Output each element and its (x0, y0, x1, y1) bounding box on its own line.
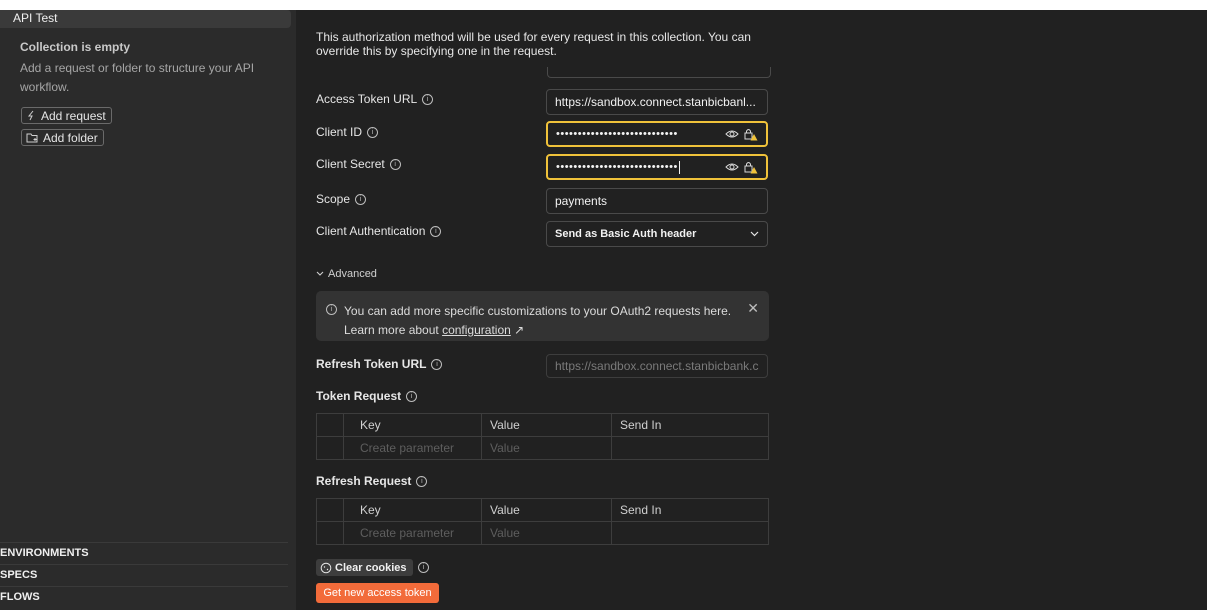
access-token-url-input[interactable]: https://sandbox.connect.stanbicbanl... (546, 89, 768, 115)
eye-icon[interactable] (725, 162, 739, 172)
info-icon[interactable]: i (431, 358, 443, 370)
column-header-key: Key (344, 414, 482, 436)
refresh-token-url-label: Refresh Token URL i (316, 357, 443, 371)
folder-plus-icon (26, 133, 38, 143)
client-secret-label-text: Client Secret (316, 157, 385, 171)
banner-line-2: Learn more about configuration ↗ (344, 321, 731, 340)
client-secret-label: Client Secret i (316, 157, 401, 171)
scope-label-text: Scope (316, 192, 351, 206)
value-input[interactable]: Value (482, 437, 612, 459)
add-request-label: Add request (41, 108, 106, 123)
banner-line-1: You can add more specific customizations… (344, 304, 732, 318)
token-request-table: Key Value Send In Create parameter Value (316, 413, 769, 460)
specs-section[interactable]: SPECS (0, 564, 288, 585)
lock-warning-icon[interactable] (744, 128, 758, 141)
auth-settings-panel: This authorization method will be used f… (300, 10, 1207, 610)
scope-value: payments (555, 194, 608, 208)
clear-cookies-label: Clear cookies (335, 561, 407, 574)
environments-label: ENVIRONMENTS (0, 547, 89, 559)
token-request-label: Token Request i (316, 389, 418, 403)
table-row: Create parameter Value (317, 436, 768, 459)
add-folder-button[interactable]: Add folder (21, 129, 104, 146)
previous-field-edge (547, 67, 771, 78)
table-header-row: Key Value Send In (317, 414, 768, 436)
chevron-down-icon (750, 231, 759, 237)
text-cursor (678, 160, 680, 174)
key-input[interactable]: Create parameter (344, 522, 482, 544)
cookie-icon (320, 562, 332, 573)
client-secret-value: •••••••••••••••••••••••••••• (556, 161, 678, 173)
banner-text: You can add more specific customizations… (344, 302, 731, 340)
column-header-value: Value (482, 499, 612, 521)
flows-label: FLOWS (0, 591, 40, 603)
auth-info-text: This authorization method will be used f… (316, 30, 751, 58)
access-token-url-label: Access Token URL i (316, 92, 434, 106)
empty-state-description: Add a request or folder to structure you… (20, 61, 255, 94)
oauth2-info-banner: i You can add more specific customizatio… (316, 291, 769, 341)
send-in-cell[interactable] (612, 522, 768, 544)
client-id-label: Client ID i (316, 125, 379, 139)
scope-label: Scope i (316, 192, 367, 206)
add-folder-label: Add folder (43, 130, 98, 145)
value-input[interactable]: Value (482, 522, 612, 544)
table-header-row: Key Value Send In (317, 499, 768, 521)
client-authentication-label: Client Authentication i (316, 224, 442, 238)
clear-cookies-button[interactable]: Clear cookies (316, 559, 413, 576)
request-icon (27, 110, 34, 121)
sidebar: API Test Collection is empty Add a reque… (0, 10, 296, 610)
info-icon[interactable]: i (416, 475, 428, 487)
refresh-token-url-label-text: Refresh Token URL (316, 357, 427, 371)
client-id-input[interactable]: •••••••••••••••••••••••••••• (546, 121, 768, 147)
external-link-icon: ↗ (514, 323, 525, 337)
advanced-label: Advanced (328, 268, 377, 280)
configuration-link[interactable]: configuration (442, 323, 511, 337)
refresh-token-url-placeholder: https://sandbox.connect.stanbicbank.c (555, 359, 759, 373)
info-icon: i (326, 304, 337, 315)
token-request-label-text: Token Request (316, 389, 402, 403)
collection-name: API Test (13, 11, 58, 25)
advanced-toggle[interactable]: Advanced (316, 268, 377, 280)
empty-state-title: Collection is empty (20, 40, 131, 54)
client-secret-input[interactable]: •••••••••••••••••••••••••••• (546, 154, 768, 180)
access-token-url-value: https://sandbox.connect.stanbicbanl... (555, 95, 756, 109)
lock-warning-icon[interactable] (744, 161, 758, 174)
info-icon[interactable]: i (367, 126, 379, 138)
access-token-url-label-text: Access Token URL (316, 92, 418, 106)
get-new-access-token-button[interactable]: Get new access token (316, 583, 439, 603)
info-icon[interactable]: i (422, 93, 434, 105)
banner-line-2-prefix: Learn more about (344, 323, 439, 337)
client-authentication-label-text: Client Authentication (316, 224, 426, 238)
refresh-token-url-input[interactable]: https://sandbox.connect.stanbicbank.c (546, 354, 768, 378)
refresh-request-table: Key Value Send In Create parameter Value (316, 498, 769, 545)
collection-item[interactable]: API Test (0, 10, 291, 28)
close-icon[interactable]: ✕ (747, 300, 759, 317)
specs-label: SPECS (0, 569, 38, 581)
eye-icon[interactable] (725, 129, 739, 139)
info-icon[interactable]: i (389, 158, 401, 170)
column-header-value: Value (482, 414, 612, 436)
key-input[interactable]: Create parameter (344, 437, 482, 459)
column-header-send-in: Send In (620, 418, 662, 432)
column-header-key: Key (344, 499, 482, 521)
chevron-down-icon (316, 271, 324, 276)
scope-input[interactable]: payments (546, 188, 768, 214)
table-row: Create parameter Value (317, 521, 768, 544)
environments-section[interactable]: ENVIRONMENTS (0, 542, 288, 563)
client-id-value: •••••••••••••••••••••••••••• (556, 128, 678, 140)
add-request-button[interactable]: Add request (21, 107, 112, 124)
client-id-label-text: Client ID (316, 125, 363, 139)
send-in-cell[interactable] (612, 437, 768, 459)
info-icon[interactable]: i (418, 562, 429, 573)
column-header-send-in: Send In (620, 503, 662, 517)
info-icon[interactable]: i (406, 390, 418, 402)
client-authentication-value: Send as Basic Auth header (555, 228, 697, 240)
info-icon[interactable]: i (355, 193, 367, 205)
client-authentication-select[interactable]: Send as Basic Auth header (546, 221, 768, 247)
app-window: API Test Collection is empty Add a reque… (0, 10, 1207, 610)
flows-section[interactable]: FLOWS (0, 586, 288, 607)
refresh-request-label-text: Refresh Request (316, 474, 412, 488)
refresh-request-label: Refresh Request i (316, 474, 428, 488)
info-icon[interactable]: i (430, 225, 442, 237)
